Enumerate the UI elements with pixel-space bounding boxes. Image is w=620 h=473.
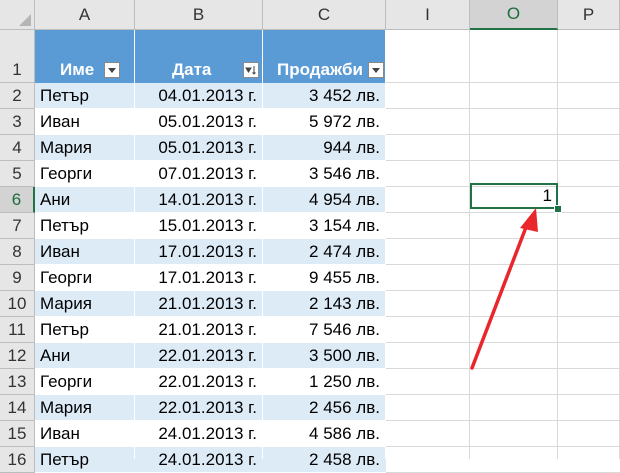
column-header-a[interactable]: A bbox=[35, 0, 135, 30]
row-header-12[interactable]: 12 bbox=[0, 343, 35, 369]
date-cell[interactable]: 15.01.2013 г. bbox=[135, 213, 263, 239]
selected-cell-value: 1 bbox=[542, 186, 552, 205]
sales-cell[interactable]: 944 лв. bbox=[263, 135, 386, 161]
name-cell[interactable]: Ани bbox=[35, 343, 135, 369]
name-cell[interactable]: Петър bbox=[35, 317, 135, 343]
row-header-11[interactable]: 11 bbox=[0, 317, 35, 343]
row-header-16[interactable]: 16 bbox=[0, 447, 35, 473]
name-cell[interactable]: Иван bbox=[35, 421, 135, 447]
column-header-b[interactable]: B bbox=[135, 0, 263, 30]
gridline-horizontal bbox=[386, 420, 620, 421]
gridline-horizontal bbox=[386, 290, 620, 291]
table-header-date: Дата bbox=[172, 60, 212, 79]
row-header-10[interactable]: 10 bbox=[0, 291, 35, 317]
date-cell[interactable]: 07.01.2013 г. bbox=[135, 161, 263, 187]
gridline-horizontal bbox=[386, 238, 620, 239]
row-header-9[interactable]: 9 bbox=[0, 265, 35, 291]
dropdown-filter-icon bbox=[108, 68, 116, 73]
name-cell[interactable]: Ани bbox=[35, 187, 135, 213]
dropdown-filter-icon bbox=[372, 68, 380, 73]
filter-dropdown-button[interactable] bbox=[104, 62, 120, 78]
row-header-2[interactable]: 2 bbox=[0, 83, 35, 109]
name-cell[interactable]: Петър bbox=[35, 447, 135, 473]
sales-cell[interactable]: 2 456 лв. bbox=[263, 395, 386, 421]
gridline-horizontal bbox=[386, 264, 620, 265]
row-header-7[interactable]: 7 bbox=[0, 213, 35, 239]
date-cell[interactable]: 24.01.2013 г. bbox=[135, 421, 263, 447]
sales-cell[interactable]: 5 972 лв. bbox=[263, 109, 386, 135]
row-header-13[interactable]: 13 bbox=[0, 369, 35, 395]
name-cell[interactable]: Георги bbox=[35, 161, 135, 187]
row-header-1[interactable]: 1 bbox=[0, 30, 35, 83]
gridline-horizontal bbox=[386, 316, 620, 317]
sales-cell[interactable]: 1 250 лв. bbox=[263, 369, 386, 395]
sales-cell[interactable]: 2 143 лв. bbox=[263, 291, 386, 317]
row-header-4[interactable]: 4 bbox=[0, 135, 35, 161]
spreadsheet-grid[interactable]: A B C I O P 1 2 3 4 5 6 7 8 9 10 11 12 13 14 15 16 Име Дата Прод… bbox=[0, 0, 620, 473]
name-cell[interactable]: Мария bbox=[35, 395, 135, 421]
gridline-horizontal bbox=[386, 212, 620, 213]
sales-cell[interactable]: 3 452 лв. bbox=[263, 83, 386, 109]
fill-handle[interactable] bbox=[554, 205, 562, 213]
column-header-i[interactable]: I bbox=[386, 0, 470, 30]
date-cell[interactable]: 05.01.2013 г. bbox=[135, 135, 263, 161]
name-cell[interactable]: Петър bbox=[35, 83, 135, 109]
name-cell[interactable]: Иван bbox=[35, 239, 135, 265]
row-header-14[interactable]: 14 bbox=[0, 395, 35, 421]
sort-ascending-filter-icon bbox=[245, 66, 256, 75]
gridline-horizontal bbox=[386, 368, 620, 369]
name-cell[interactable]: Мария bbox=[35, 291, 135, 317]
name-cell[interactable]: Георги bbox=[35, 265, 135, 291]
date-cell[interactable]: 22.01.2013 г. bbox=[135, 343, 263, 369]
gridline-horizontal bbox=[386, 82, 620, 83]
row-header-6[interactable]: 6 bbox=[0, 187, 35, 213]
table-header-sales: Продажби bbox=[277, 60, 364, 79]
row-header-5[interactable]: 5 bbox=[0, 161, 35, 187]
sales-cell[interactable]: 2 458 лв. bbox=[263, 447, 386, 473]
gridline-horizontal bbox=[386, 446, 620, 447]
date-cell[interactable]: 17.01.2013 г. bbox=[135, 239, 263, 265]
sales-cell[interactable]: 4 586 лв. bbox=[263, 421, 386, 447]
row-header-15[interactable]: 15 bbox=[0, 421, 35, 447]
gridline-horizontal bbox=[386, 342, 620, 343]
select-all-triangle-icon bbox=[19, 14, 31, 26]
gridline-horizontal bbox=[386, 134, 620, 135]
date-cell[interactable]: 22.01.2013 г. bbox=[135, 369, 263, 395]
date-cell[interactable]: 14.01.2013 г. bbox=[135, 187, 263, 213]
select-all-corner[interactable] bbox=[0, 0, 35, 30]
date-cell[interactable]: 17.01.2013 г. bbox=[135, 265, 263, 291]
name-cell[interactable]: Мария bbox=[35, 135, 135, 161]
table-header-name: Име bbox=[60, 60, 95, 79]
gridline-horizontal bbox=[386, 108, 620, 109]
date-cell[interactable]: 05.01.2013 г. bbox=[135, 109, 263, 135]
name-cell[interactable]: Петър bbox=[35, 213, 135, 239]
sort-filter-button[interactable] bbox=[243, 62, 259, 78]
sales-cell[interactable]: 4 954 лв. bbox=[263, 187, 386, 213]
sales-cell[interactable]: 3 154 лв. bbox=[263, 213, 386, 239]
date-cell[interactable]: 21.01.2013 г. bbox=[135, 317, 263, 343]
name-cell[interactable]: Георги bbox=[35, 369, 135, 395]
sales-cell[interactable]: 3 500 лв. bbox=[263, 343, 386, 369]
sales-cell[interactable]: 7 546 лв. bbox=[263, 317, 386, 343]
date-cell[interactable]: 24.01.2013 г. bbox=[135, 447, 263, 473]
column-header-o[interactable]: O bbox=[470, 0, 558, 30]
sales-cell[interactable]: 9 455 лв. bbox=[263, 265, 386, 291]
filter-dropdown-button[interactable] bbox=[368, 62, 384, 78]
gridline-horizontal bbox=[386, 160, 620, 161]
column-header-p[interactable]: P bbox=[558, 0, 620, 30]
column-header-c[interactable]: C bbox=[263, 0, 386, 30]
date-cell[interactable]: 21.01.2013 г. bbox=[135, 291, 263, 317]
date-cell[interactable]: 22.01.2013 г. bbox=[135, 395, 263, 421]
date-cell[interactable]: 04.01.2013 г. bbox=[135, 83, 263, 109]
row-header-8[interactable]: 8 bbox=[0, 239, 35, 265]
gridline-horizontal bbox=[386, 394, 620, 395]
row-header-3[interactable]: 3 bbox=[0, 109, 35, 135]
name-cell[interactable]: Иван bbox=[35, 109, 135, 135]
sales-cell[interactable]: 3 546 лв. bbox=[263, 161, 386, 187]
sales-cell[interactable]: 2 474 лв. bbox=[263, 239, 386, 265]
